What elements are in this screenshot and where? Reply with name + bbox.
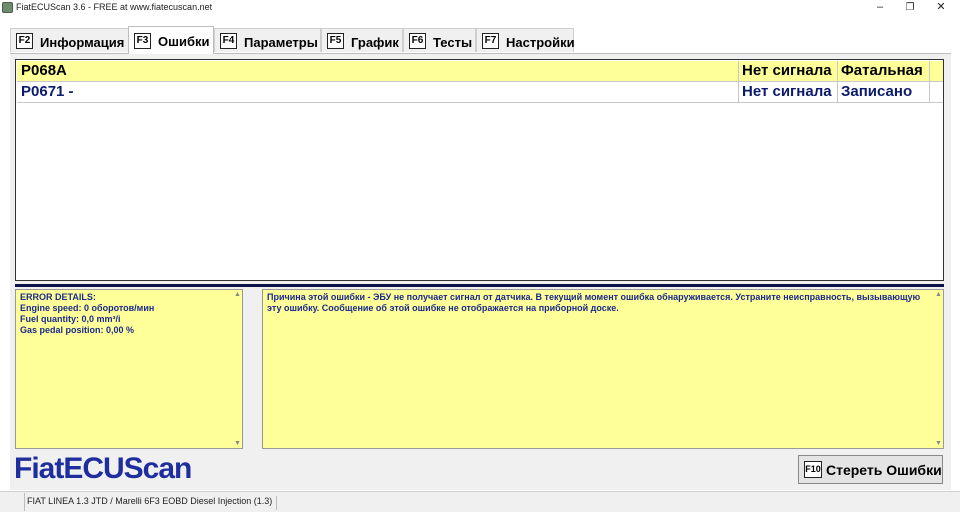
error-details-text: ERROR DETAILS: Engine speed: 0 оборотов/… xyxy=(20,292,155,335)
tab-label: Информация xyxy=(40,35,125,50)
error-description-text: Причина этой ошибки - ЭБУ не получает си… xyxy=(267,292,921,313)
app-icon xyxy=(2,2,13,13)
clear-errors-label: Стереть Ошибки xyxy=(826,462,942,478)
error-description-box[interactable]: Причина этой ошибки - ЭБУ не получает си… xyxy=(262,289,944,449)
f6-key-icon: F6 xyxy=(409,33,426,49)
error-row[interactable]: P0671 - Нет сигнала Записано xyxy=(17,82,943,103)
error-signal: Нет сигнала xyxy=(738,82,837,102)
f7-key-icon: F7 xyxy=(482,33,499,49)
fiatecuscan-logo: FiatECUScan xyxy=(14,452,192,485)
scroll-up-icon[interactable]: ▲ xyxy=(935,291,942,298)
f5-key-icon: F5 xyxy=(327,33,344,49)
error-extra-cell xyxy=(929,61,943,81)
tab-parameters[interactable]: F4 Параметры xyxy=(214,28,321,52)
error-code: P068A xyxy=(21,62,67,79)
tab-info[interactable]: F2 Информация xyxy=(10,28,129,52)
scroll-up-icon[interactable]: ▲ xyxy=(234,291,241,298)
tab-settings[interactable]: F7 Настройки xyxy=(476,28,575,52)
error-details-box[interactable]: ERROR DETAILS: Engine speed: 0 оборотов/… xyxy=(15,289,243,449)
minimize-button[interactable]: – xyxy=(865,0,895,17)
status-indicator xyxy=(0,493,25,511)
error-row[interactable]: P068A Нет сигнала Фатальная xyxy=(17,61,943,82)
f3-key-icon: F3 xyxy=(134,33,151,49)
window-title: FiatECUScan 3.6 - FREE at www.fiatecusca… xyxy=(16,2,213,12)
tab-label: Ошибки xyxy=(158,34,210,49)
tab-label: Тесты xyxy=(433,35,473,50)
error-signal: Нет сигнала xyxy=(738,61,837,81)
tab-tests[interactable]: F6 Тесты xyxy=(403,28,476,52)
tab-label: График xyxy=(351,35,399,50)
tab-graph[interactable]: F5 График xyxy=(321,28,403,52)
f4-key-icon: F4 xyxy=(220,33,237,49)
restore-button[interactable]: ❐ xyxy=(895,0,925,17)
vehicle-status: FIAT LINEA 1.3 JTD / Marelli 6F3 EOBD Di… xyxy=(27,496,278,510)
f10-key-icon: F10 xyxy=(804,461,822,478)
error-extra-cell xyxy=(929,82,943,102)
title-bar: FiatECUScan 3.6 - FREE at www.fiatecusca… xyxy=(0,0,960,17)
f2-key-icon: F2 xyxy=(16,33,33,49)
description-scrollbar[interactable]: ▲ ▼ xyxy=(934,290,943,448)
splitter[interactable] xyxy=(15,284,944,287)
clear-errors-button[interactable]: F10 Стереть Ошибки xyxy=(798,455,943,484)
scroll-down-icon[interactable]: ▼ xyxy=(935,440,942,447)
details-scrollbar[interactable]: ▲ ▼ xyxy=(233,290,242,448)
error-status: Записано xyxy=(837,82,929,102)
close-button[interactable]: ✕ xyxy=(926,0,956,17)
scroll-down-icon[interactable]: ▼ xyxy=(234,440,241,447)
status-bar: FIAT LINEA 1.3 JTD / Marelli 6F3 EOBD Di… xyxy=(0,491,960,512)
error-list: P068A Нет сигнала Фатальная P0671 - Нет … xyxy=(15,59,944,281)
tab-label: Настройки xyxy=(506,35,575,50)
error-status: Фатальная xyxy=(837,61,929,81)
tab-label: Параметры xyxy=(244,35,318,50)
error-code: P0671 - xyxy=(21,83,74,100)
tab-errors[interactable]: F3 Ошибки xyxy=(128,26,214,54)
